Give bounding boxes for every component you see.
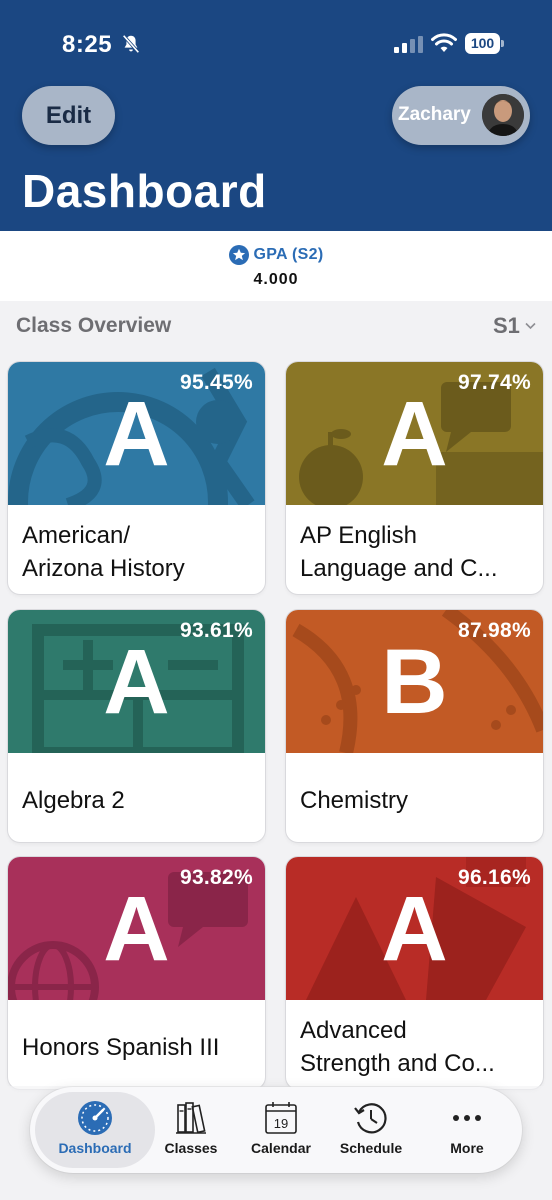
battery-level: 100: [470, 35, 495, 51]
class-name-line: Strength and Co...: [300, 1050, 495, 1077]
tab-dashboard[interactable]: Dashboard: [50, 1087, 140, 1173]
profile-button[interactable]: Zachary: [392, 86, 530, 145]
class-name: Algebra 2: [22, 766, 254, 834]
class-name: AP English Language and C...: [300, 518, 532, 586]
class-name: American/ Arizona History: [22, 518, 254, 586]
tab-more[interactable]: More: [422, 1087, 512, 1173]
class-card-banner: 93.61% A: [8, 610, 265, 753]
class-card-banner: 93.82% A: [8, 857, 265, 1000]
calendar-day: 19: [274, 1116, 288, 1131]
class-card-banner: 87.98% B: [286, 610, 543, 753]
class-name: Chemistry: [300, 766, 532, 834]
class-name-line: AP English: [300, 522, 417, 549]
gpa-value: 4.000: [253, 271, 299, 288]
star-icon: [228, 245, 249, 265]
class-name-line: American/: [22, 522, 131, 549]
class-grade: A: [103, 631, 170, 733]
class-card[interactable]: 95.45% A American/ Arizona History: [8, 362, 265, 594]
section-title: Class Overview: [16, 314, 172, 337]
tab-label: Calendar: [251, 1140, 311, 1156]
class-card[interactable]: 93.82% A Honors Spanish III: [8, 857, 265, 1089]
class-card[interactable]: 97.74% A AP English Language and C...: [286, 362, 543, 594]
class-grade: A: [381, 383, 448, 485]
class-card-banner: 97.74% A: [286, 362, 543, 505]
profile-name: Zachary: [398, 104, 471, 125]
class-card[interactable]: 96.16% A Advanced Strength and Co...: [286, 857, 543, 1089]
avatar: [482, 94, 524, 136]
ellipsis-icon: [453, 1115, 481, 1121]
class-name-line: Language and C...: [300, 555, 498, 582]
class-grade: B: [381, 631, 448, 733]
class-grade: A: [103, 383, 170, 485]
gauge-icon: [78, 1101, 112, 1135]
class-name: Advanced Strength and Co...: [300, 1013, 532, 1081]
header: 8:25 100 Edit Zachary Dashboard: [0, 0, 552, 231]
battery-icon: 100: [465, 33, 505, 54]
class-grade: A: [103, 878, 170, 980]
class-card[interactable]: 93.61% A Algebra 2: [8, 610, 265, 842]
tab-label: Dashboard: [58, 1140, 132, 1156]
books-icon: [176, 1102, 206, 1134]
tab-label: More: [450, 1140, 484, 1156]
calendar-icon: 19: [265, 1102, 297, 1134]
class-name-line: Chemistry: [300, 786, 409, 814]
tab-calendar[interactable]: 19 Calendar: [236, 1087, 326, 1173]
class-card-banner: 96.16% A: [286, 857, 543, 1000]
status-time: 8:25: [62, 31, 113, 58]
class-name-line: Arizona History: [22, 555, 185, 582]
term-dropdown[interactable]: S1: [493, 313, 536, 339]
class-name: Honors Spanish III: [22, 1013, 254, 1081]
wifi-icon: [431, 33, 457, 52]
class-grade: A: [381, 878, 448, 980]
gpa-summary[interactable]: GPA (S2) 4.000: [0, 231, 552, 301]
tab-label: Schedule: [339, 1140, 403, 1156]
bell-slash-icon: [122, 34, 140, 54]
class-card[interactable]: 87.98% B Chemistry: [286, 610, 543, 842]
clock-history-icon: [354, 1103, 387, 1134]
tab-bar: Dashboard Classes 19 Calendar Schedule M…: [30, 1087, 522, 1173]
signal-icon: [394, 36, 423, 53]
class-name-line: Advanced: [300, 1017, 407, 1044]
term-value: S1: [493, 313, 520, 338]
page-title: Dashboard: [22, 165, 267, 217]
class-name-line: Honors Spanish III: [22, 1033, 220, 1061]
tab-classes[interactable]: Classes: [146, 1087, 236, 1173]
gpa-label: GPA (S2): [253, 246, 324, 263]
edit-button[interactable]: Edit: [22, 86, 115, 145]
tab-label: Classes: [164, 1140, 218, 1156]
chevron-down-icon: [525, 322, 536, 330]
tab-schedule[interactable]: Schedule: [326, 1087, 416, 1173]
class-card-banner: 95.45% A: [8, 362, 265, 505]
class-name-line: Algebra 2: [22, 786, 125, 814]
